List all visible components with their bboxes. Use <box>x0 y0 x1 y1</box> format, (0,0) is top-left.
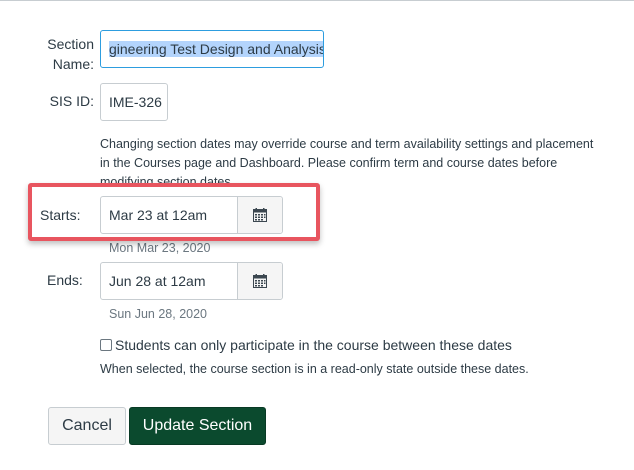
ends-label: Ends: <box>47 272 83 288</box>
starts-calendar-button[interactable] <box>238 197 282 233</box>
top-divider <box>0 0 634 1</box>
restrict-dates-row: Students can only participate in the cou… <box>100 337 512 353</box>
cancel-button[interactable]: Cancel <box>48 407 126 445</box>
ends-calendar-button[interactable] <box>238 263 282 299</box>
restrict-dates-hint: When selected, the course section is in … <box>100 362 529 376</box>
date-change-notice: Changing section dates may override cour… <box>100 137 594 183</box>
ends-date-hint: Sun Jun 28, 2020 <box>109 307 207 321</box>
starts-date-field: Mar 23 at 12am <box>100 196 283 234</box>
section-name-label: Section Name: <box>47 36 94 72</box>
starts-date-input[interactable]: Mar 23 at 12am <box>101 197 238 233</box>
ends-date-input[interactable]: Jun 28 at 12am <box>101 263 238 299</box>
calendar-icon <box>253 208 267 222</box>
starts-label: Starts: <box>40 207 81 223</box>
sis-id-input[interactable]: IME-326 <box>100 83 168 121</box>
update-section-button[interactable]: Update Section <box>129 407 266 445</box>
starts-date-hint: Mon Mar 23, 2020 <box>109 241 211 255</box>
restrict-dates-checkbox[interactable] <box>100 339 112 351</box>
section-name-input[interactable]: gineering Test Design and Analysis <box>100 30 324 68</box>
section-name-value: gineering Test Design and Analysis <box>109 41 324 57</box>
sis-id-label: SIS ID: <box>49 93 94 109</box>
ends-date-field: Jun 28 at 12am <box>100 262 283 300</box>
calendar-icon <box>253 274 267 288</box>
restrict-dates-label[interactable]: Students can only participate in the cou… <box>115 337 512 353</box>
sis-id-value: IME-326 <box>109 94 162 110</box>
